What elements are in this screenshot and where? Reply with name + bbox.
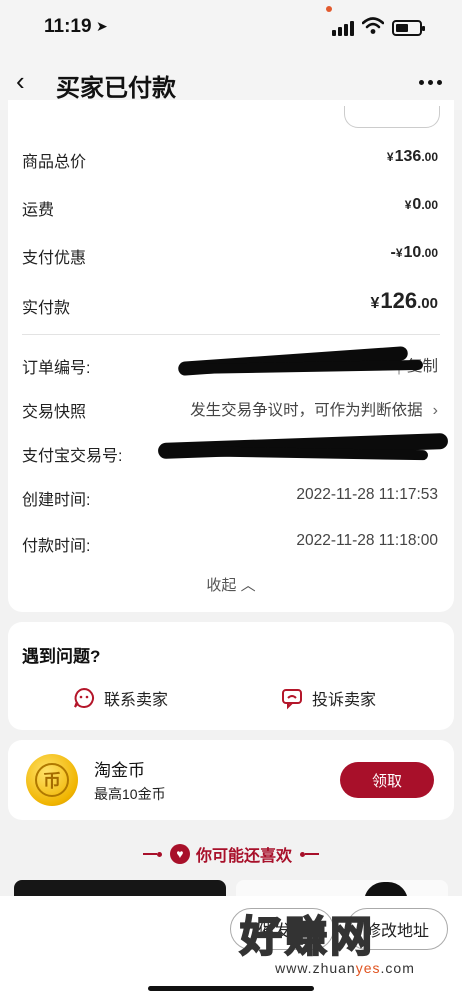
- status-time: 11:19: [44, 16, 92, 37]
- watermark-url: www.zhuanyes.com: [275, 960, 415, 976]
- goods-total-row: 商品总价 ¥136.00: [8, 144, 454, 174]
- recommend-heading-text: 你可能还喜欢: [195, 848, 292, 865]
- more-icon[interactable]: [419, 80, 442, 85]
- shipping-row: 运费 ¥0.00: [8, 192, 454, 222]
- created-time-value: 2022-11-28 11:17:53: [296, 486, 438, 503]
- created-time-row: 创建时间: 2022-11-28 11:17:53: [8, 482, 454, 512]
- goods-total-label: 商品总价: [22, 154, 87, 171]
- contact-seller-button[interactable]: 联系卖家: [72, 684, 168, 712]
- divider: [22, 334, 440, 335]
- heading-ornament-right: [300, 851, 319, 857]
- discount-row: 支付优惠 -¥10.00: [8, 240, 454, 270]
- status-bar: 11:19 ➤: [0, 0, 462, 56]
- recording-dot: [326, 6, 332, 12]
- paid-time-value: 2022-11-28 11:18:00: [296, 532, 438, 549]
- chat-face-icon: [74, 687, 94, 708]
- back-arrow-icon[interactable]: ‹: [16, 66, 25, 96]
- complaint-icon: [282, 689, 302, 710]
- snapshot-label: 交易快照: [22, 404, 87, 421]
- contact-seller-label: 联系卖家: [104, 692, 169, 709]
- chevron-right-icon: ›: [432, 402, 438, 419]
- signal-icon: [332, 20, 356, 36]
- location-arrow-icon: ➤: [96, 18, 108, 34]
- paid-label: 实付款: [22, 300, 71, 317]
- watermark-logo-text: 好赚网: [239, 913, 376, 961]
- snapshot-value: 发生交易争议时，可作为判断依据 ›: [190, 402, 438, 419]
- heading-ornament-left: [142, 851, 162, 857]
- alipay-number-label: 支付宝交易号:: [22, 448, 123, 465]
- snapshot-row[interactable]: 交易快照 发生交易争议时，可作为判断依据 ›: [8, 394, 454, 424]
- coin-icon: 币: [26, 754, 78, 806]
- complain-seller-button[interactable]: 投诉卖家: [280, 684, 376, 712]
- recommend-heading: ♥ 你可能还喜欢: [0, 842, 462, 866]
- issue-card: 遇到问题? 联系卖家 投诉卖家: [8, 622, 454, 730]
- shipping-label: 运费: [22, 202, 55, 219]
- collapse-button[interactable]: 收起 ︿: [8, 574, 454, 595]
- goods-total-value: ¥136.00: [386, 148, 438, 165]
- paid-row: 实付款 ¥126.00: [8, 288, 454, 320]
- card-tab-edge: [344, 106, 440, 128]
- coin-title: 淘金币: [94, 761, 145, 780]
- site-watermark: 好赚网 www.zhuanyes.com: [239, 913, 450, 990]
- page-title: 买家已付款: [56, 75, 176, 102]
- claim-button[interactable]: 领取: [340, 762, 434, 798]
- issue-title: 遇到问题?: [22, 647, 101, 666]
- shipping-value: ¥0.00: [404, 196, 438, 213]
- home-indicator: [148, 986, 314, 991]
- coin-subtitle: 最高10金币: [94, 786, 166, 802]
- paid-time-row: 付款时间: 2022-11-28 11:18:00: [8, 528, 454, 558]
- wifi-icon: [362, 17, 384, 34]
- chevron-up-icon: ︿: [240, 577, 256, 594]
- battery-icon: [392, 20, 425, 36]
- paid-time-label: 付款时间:: [22, 538, 91, 555]
- order-number-label: 订单编号:: [22, 360, 91, 377]
- paid-value: ¥126.00: [370, 288, 438, 313]
- complain-seller-label: 投诉卖家: [312, 692, 377, 709]
- heart-icon: ♥: [169, 844, 190, 864]
- discount-label: 支付优惠: [22, 250, 87, 267]
- discount-value: -¥10.00: [390, 244, 439, 261]
- order-detail-card: 商品总价 ¥136.00 运费 ¥0.00 支付优惠 -¥10.00 实付款 ¥…: [8, 100, 454, 612]
- created-time-label: 创建时间:: [22, 492, 91, 509]
- coin-card: 币 淘金币 最高10金币 领取: [8, 740, 454, 820]
